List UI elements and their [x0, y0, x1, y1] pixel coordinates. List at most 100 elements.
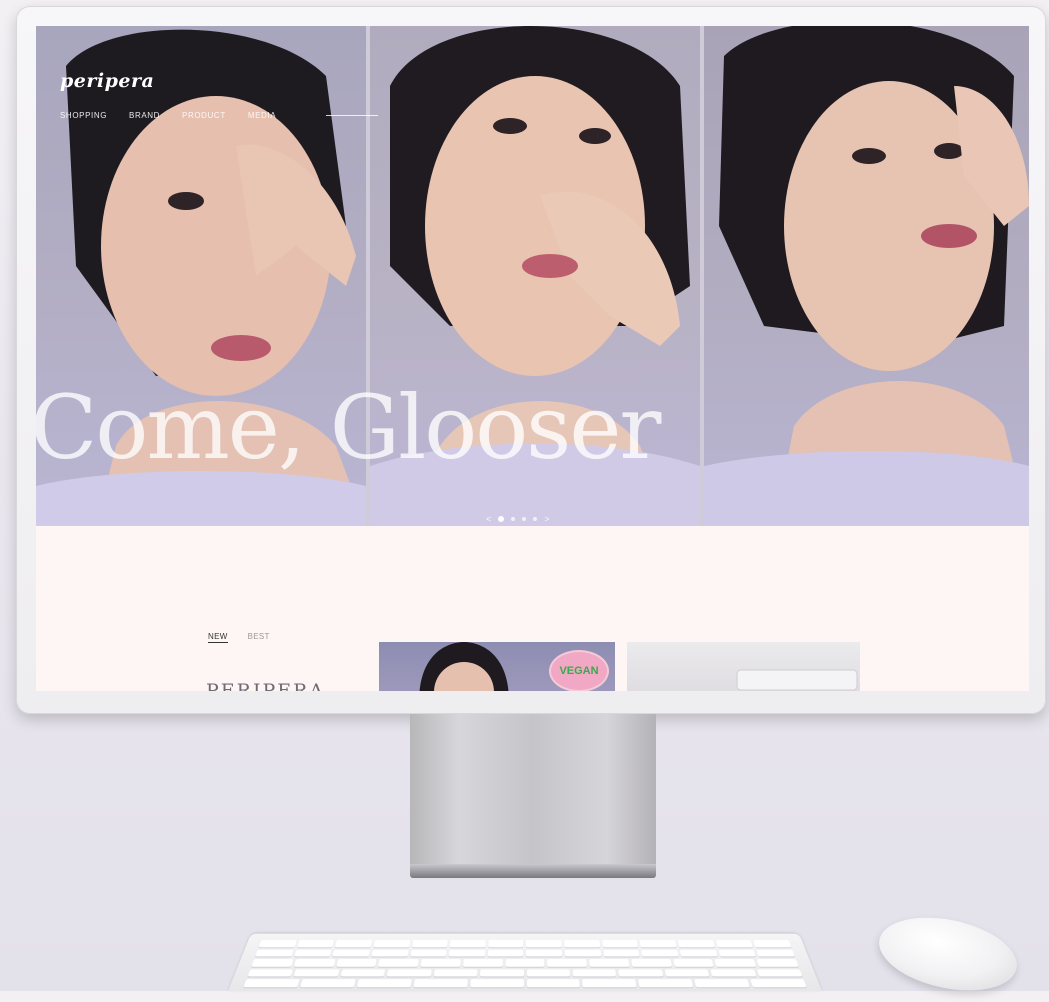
- keyboard-key: [677, 940, 715, 948]
- keyboard-key: [547, 959, 588, 967]
- hero-headline: Come, Glooser: [36, 376, 661, 479]
- keyboard-row: [255, 949, 795, 957]
- keyboard-key: [639, 940, 677, 948]
- keyboard-key: [335, 940, 373, 948]
- keyboard-key: [673, 959, 714, 967]
- keyboard-row: [247, 969, 803, 977]
- keyboard-key: [410, 949, 447, 957]
- model-photo-3: [704, 26, 1029, 526]
- keyboard-key: [448, 949, 486, 957]
- product-card[interactable]: VEGAN: [379, 642, 615, 691]
- keyboard-key: [247, 969, 294, 977]
- keyboard-key: [356, 979, 412, 988]
- keyboard-key: [572, 969, 617, 977]
- keyboard-key: [564, 940, 601, 948]
- imac-monitor: peripera SHOPPING BRAND PRODUCT MEDIA Co…: [16, 6, 1046, 714]
- keyboard-key: [293, 959, 336, 967]
- keyboard-key: [603, 949, 640, 957]
- keyboard-key: [449, 940, 486, 948]
- hero-photo-3: [704, 26, 1029, 526]
- keyboard-key: [293, 949, 332, 957]
- keyboard-key: [714, 959, 757, 967]
- keyboard-key: [255, 949, 294, 957]
- keyboard-key: [526, 940, 562, 948]
- keyboard-key: [589, 959, 630, 967]
- product-tabs: NEW BEST: [208, 632, 270, 643]
- keyboard-key: [487, 949, 524, 957]
- mouse: [872, 906, 1024, 1002]
- keyboard: [228, 933, 822, 991]
- keyboard-key: [378, 959, 419, 967]
- nav-item-media[interactable]: MEDIA: [248, 111, 276, 120]
- keyboard-key: [332, 949, 371, 957]
- keyboard-row: [243, 979, 807, 988]
- hero-banner: peripera SHOPPING BRAND PRODUCT MEDIA Co…: [36, 26, 1029, 526]
- keyboard-key: [386, 969, 432, 977]
- keyboard-key: [715, 940, 753, 948]
- keyboard-key: [664, 969, 710, 977]
- keyboard-row: [251, 959, 799, 967]
- peripera-logo[interactable]: peripera: [60, 70, 154, 92]
- keyboard-key: [718, 949, 757, 957]
- brand-heading: PERIPERA: [206, 680, 326, 691]
- keyboard-key: [756, 969, 803, 977]
- slide-dot[interactable]: [511, 517, 516, 521]
- keyboard-key: [413, 979, 468, 988]
- keyboard-key: [582, 979, 637, 988]
- keyboard-key: [756, 949, 795, 957]
- keyboard-key: [526, 969, 571, 977]
- keyboard-key: [618, 969, 664, 977]
- nav-underline: [326, 115, 378, 116]
- keyboard-key: [756, 959, 799, 967]
- slide-dot[interactable]: [533, 517, 538, 521]
- keyboard-key: [602, 940, 639, 948]
- keyboard-key: [293, 969, 340, 977]
- keyboard-key: [638, 979, 694, 988]
- keyboard-key: [488, 940, 524, 948]
- nav-item-shopping[interactable]: SHOPPING: [60, 111, 107, 120]
- keyboard-key: [750, 979, 807, 988]
- next-slide-button[interactable]: >: [544, 514, 549, 524]
- nav-item-product[interactable]: PRODUCT: [182, 111, 226, 120]
- keyboard-key: [340, 969, 386, 977]
- keyboard-key: [243, 979, 300, 988]
- keyboard-key: [420, 959, 461, 967]
- keyboard-key: [373, 940, 411, 948]
- keyboard-key: [469, 979, 524, 988]
- keyboard-key: [694, 979, 751, 988]
- keyboard-key: [710, 969, 757, 977]
- keyboard-key: [296, 940, 335, 948]
- slide-dot-active[interactable]: [498, 516, 505, 522]
- product-photo-item: [736, 669, 858, 691]
- keyboard-key: [641, 949, 679, 957]
- tab-best[interactable]: BEST: [248, 632, 270, 643]
- slide-dot[interactable]: [522, 517, 527, 521]
- keyboard-key: [679, 949, 718, 957]
- keyboard-key: [505, 959, 545, 967]
- keyboard-key: [462, 959, 503, 967]
- vegan-badge: VEGAN: [549, 650, 609, 691]
- keyboard-key: [753, 940, 792, 948]
- main-nav: SHOPPING BRAND PRODUCT MEDIA: [60, 111, 276, 120]
- product-card[interactable]: [627, 642, 860, 691]
- keyboard-key: [631, 959, 672, 967]
- keyboard-key: [335, 959, 377, 967]
- website-screen: peripera SHOPPING BRAND PRODUCT MEDIA Co…: [36, 26, 1029, 691]
- keyboard-key: [564, 949, 602, 957]
- prev-slide-button[interactable]: <: [486, 514, 491, 524]
- keyboard-key: [411, 940, 448, 948]
- nav-item-brand[interactable]: BRAND: [129, 111, 160, 120]
- slide-pager: < >: [486, 514, 550, 524]
- keyboard-key: [526, 949, 563, 957]
- keyboard-key: [371, 949, 409, 957]
- keyboard-key: [479, 969, 524, 977]
- monitor-stand: [410, 714, 656, 874]
- keyboard-row: [258, 940, 792, 948]
- tab-new[interactable]: NEW: [208, 632, 228, 643]
- keyboard-key: [251, 959, 294, 967]
- keyboard-key: [300, 979, 356, 988]
- keyboard-key: [258, 940, 297, 948]
- monitor-stand-base: [410, 864, 656, 878]
- keyboard-key: [433, 969, 478, 977]
- keyboard-key: [526, 979, 581, 988]
